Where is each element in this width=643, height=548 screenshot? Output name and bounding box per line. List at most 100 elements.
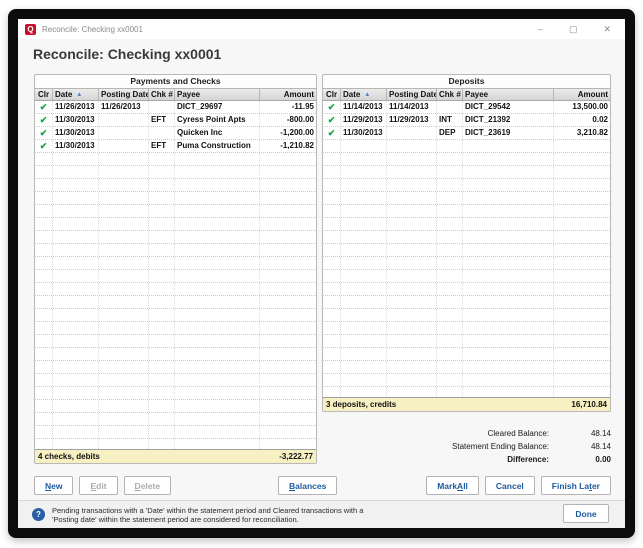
cell-amount: -1,200.00 (260, 127, 316, 139)
empty-row (323, 244, 610, 257)
empty-row (35, 439, 316, 449)
column-header-posting-date[interactable]: Posting Date (99, 89, 149, 100)
payments-panel: Payments and Checks Clr Date▲ Posting Da… (34, 74, 317, 464)
column-header-chk[interactable]: Chk # (149, 89, 175, 100)
empty-row (35, 400, 316, 413)
cleared-check-icon[interactable]: ✔ (328, 128, 336, 138)
empty-row (35, 257, 316, 270)
table-row[interactable]: ✔ 11/30/2013 Quicken Inc -1,200.00 (35, 127, 316, 140)
column-header-posting-date[interactable]: Posting Date (387, 89, 437, 100)
table-row[interactable]: ✔ 11/26/2013 11/26/2013 DICT_29697 -11.9… (35, 101, 316, 114)
empty-row (323, 257, 610, 270)
payments-summary-label: 4 checks, debits (38, 452, 100, 461)
cell-payee: DICT_29697 (175, 101, 260, 113)
finish-later-button[interactable]: Finish Later (541, 476, 611, 495)
empty-row (35, 166, 316, 179)
cell-payee: DICT_23619 (463, 127, 554, 139)
balance-summary: Cleared Balance: 48.14 Statement Ending … (361, 427, 611, 466)
cell-date: 11/30/2013 (341, 127, 387, 139)
deposits-summary-bar: 3 deposits, credits 16,710.84 (323, 397, 610, 411)
empty-row (323, 179, 610, 192)
balances-button[interactable]: Balances (278, 476, 337, 495)
empty-row (323, 374, 610, 387)
empty-row (323, 296, 610, 309)
mark-all-button[interactable]: Mark All (426, 476, 479, 495)
table-row[interactable]: ✔ 11/30/2013 EFT Puma Construction -1,21… (35, 140, 316, 153)
cleared-balance-label: Cleared Balance: (488, 429, 549, 438)
payments-summary-amount: -3,222.77 (279, 452, 313, 461)
empty-row (35, 205, 316, 218)
empty-row (35, 296, 316, 309)
column-header-date-label: Date (55, 90, 72, 99)
cleared-check-icon[interactable]: ✔ (40, 102, 48, 112)
deposits-rows: ✔ 11/14/2013 11/14/2013 DICT_29542 13,50… (323, 101, 610, 397)
cleared-check-icon[interactable]: ✔ (328, 115, 336, 125)
column-header-date-label: Date (343, 90, 360, 99)
empty-row (35, 270, 316, 283)
empty-row (323, 283, 610, 296)
empty-row (323, 205, 610, 218)
column-header-date[interactable]: Date▲ (341, 89, 387, 100)
cell-amount: -800.00 (260, 114, 316, 126)
empty-row (323, 140, 610, 153)
cleared-check-icon[interactable]: ✔ (40, 115, 48, 125)
delete-button[interactable]: Delete (124, 476, 172, 495)
column-header-clr[interactable]: Clr (35, 89, 53, 100)
cell-payee: Quicken Inc (175, 127, 260, 139)
column-header-amount[interactable]: Amount (554, 89, 610, 100)
title-bar: Q Reconcile: Checking xx0001 – ▢ ✕ (18, 19, 625, 39)
done-button[interactable]: Done (563, 504, 609, 523)
cell-chk: INT (437, 114, 463, 126)
cell-chk (149, 127, 175, 139)
cell-payee: DICT_29542 (463, 101, 554, 113)
table-row[interactable]: ✔ 11/14/2013 11/14/2013 DICT_29542 13,50… (323, 101, 610, 114)
cell-posting-date (99, 140, 149, 152)
empty-row (323, 387, 610, 397)
deposits-table-header: Clr Date▲ Posting Date Chk # Payee Amoun… (323, 88, 610, 101)
column-header-payee[interactable]: Payee (463, 89, 554, 100)
cleared-check-icon[interactable]: ✔ (328, 102, 336, 112)
cell-amount: -1,210.82 (260, 140, 316, 152)
screenshot-frame: Q Reconcile: Checking xx0001 – ▢ ✕ Recon… (8, 9, 635, 538)
cell-chk (149, 101, 175, 113)
column-header-chk[interactable]: Chk # (437, 89, 463, 100)
empty-row (35, 153, 316, 166)
empty-row (35, 283, 316, 296)
empty-row (323, 218, 610, 231)
cleared-check-icon[interactable]: ✔ (40, 128, 48, 138)
cell-date: 11/26/2013 (53, 101, 99, 113)
close-icon[interactable]: ✕ (603, 25, 611, 34)
column-header-clr[interactable]: Clr (323, 89, 341, 100)
cell-date: 11/30/2013 (53, 114, 99, 126)
column-header-payee[interactable]: Payee (175, 89, 260, 100)
cell-chk (437, 101, 463, 113)
help-icon[interactable]: ? (32, 508, 45, 521)
column-header-date[interactable]: Date▲ (53, 89, 99, 100)
new-button[interactable]: New (34, 476, 73, 495)
empty-row (35, 374, 316, 387)
payments-summary-bar: 4 checks, debits -3,222.77 (35, 449, 316, 463)
statement-ending-balance-label: Statement Ending Balance: (452, 442, 549, 451)
minimize-icon[interactable]: – (538, 25, 543, 34)
empty-row (35, 309, 316, 322)
empty-row (323, 361, 610, 374)
difference-label: Difference: (507, 455, 549, 464)
table-row[interactable]: ✔ 11/30/2013 EFT Cyress Point Apts -800.… (35, 114, 316, 127)
cell-payee: Puma Construction (175, 140, 260, 152)
maximize-icon[interactable]: ▢ (569, 25, 578, 34)
empty-row (323, 309, 610, 322)
cancel-button[interactable]: Cancel (485, 476, 535, 495)
table-row[interactable]: ✔ 11/30/2013 DEP DICT_23619 3,210.82 (323, 127, 610, 140)
cell-date: 11/14/2013 (341, 101, 387, 113)
cell-date: 11/30/2013 (53, 140, 99, 152)
table-row[interactable]: ✔ 11/29/2013 11/29/2013 INT DICT_21392 0… (323, 114, 610, 127)
edit-button[interactable]: Edit (79, 476, 117, 495)
empty-row (35, 179, 316, 192)
window-title: Reconcile: Checking xx0001 (42, 25, 143, 34)
cleared-check-icon[interactable]: ✔ (40, 141, 48, 151)
column-header-amount[interactable]: Amount (260, 89, 316, 100)
cell-posting-date (99, 127, 149, 139)
empty-row (323, 166, 610, 179)
empty-row (35, 361, 316, 374)
cell-payee: DICT_21392 (463, 114, 554, 126)
